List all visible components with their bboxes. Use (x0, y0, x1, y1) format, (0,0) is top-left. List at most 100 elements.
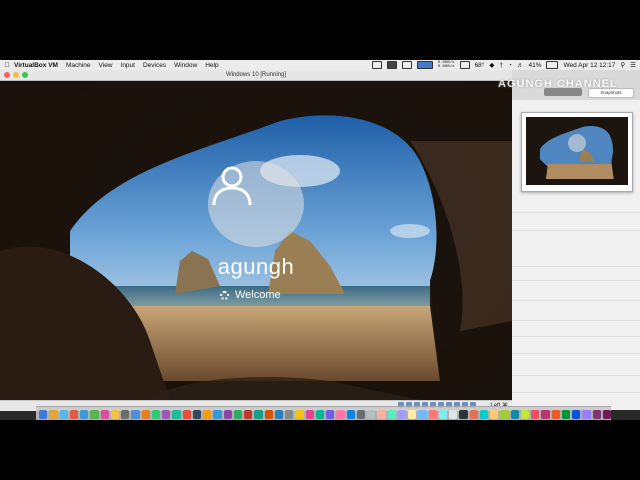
cloud-icon[interactable] (386, 61, 397, 69)
menu-window[interactable]: Window (174, 62, 197, 69)
dock-app-icon[interactable] (264, 409, 273, 419)
clock[interactable]: Wed Apr 12 12:17 (563, 62, 615, 69)
user-icon (212, 166, 252, 206)
dock-app-icon[interactable] (572, 409, 581, 419)
dock-app-icon[interactable] (418, 409, 427, 419)
dock-app-icon[interactable] (131, 409, 140, 419)
dock-app-icon[interactable] (582, 409, 591, 419)
sensor-icon[interactable] (459, 61, 470, 69)
dock-app-icon[interactable] (233, 409, 242, 419)
snapshots-button[interactable]: Snapshots (588, 88, 634, 98)
dock-app-icon[interactable] (172, 409, 181, 419)
user-avatar[interactable] (208, 161, 304, 247)
dock-app-icon[interactable] (408, 409, 417, 419)
dock-app-icon[interactable] (490, 409, 499, 419)
dock-app-icon[interactable] (336, 409, 345, 419)
dock-app-icon[interactable] (274, 409, 283, 419)
welcome-text: Welcome (235, 289, 281, 301)
dock-app-icon[interactable] (305, 409, 314, 419)
window-icon[interactable] (401, 61, 412, 69)
dock-app-icon[interactable] (346, 409, 355, 419)
menu-help[interactable]: Help (205, 62, 218, 69)
dock-app-icon[interactable] (541, 409, 550, 419)
manager-toolbar: AGUNGH CHANNEL Snapshots (498, 70, 640, 100)
dock-app-icon[interactable] (151, 409, 160, 419)
dock-app-icon[interactable] (531, 409, 540, 419)
vm-window: Windows 10 [Running] agungh Welcome (0, 70, 512, 411)
vm-preview-thumbnail (526, 117, 628, 185)
menu-devices[interactable]: Devices (143, 62, 166, 69)
mac-dock (36, 406, 611, 420)
dock-app-icon[interactable] (510, 409, 519, 419)
bluetooth-icon[interactable]: † (499, 62, 503, 69)
dock-app-icon[interactable] (59, 409, 68, 419)
dock-app-icon[interactable] (561, 409, 570, 419)
dock-app-icon[interactable] (592, 409, 601, 419)
wifi-icon[interactable]: ◔ (508, 62, 512, 69)
minimize-button[interactable] (13, 72, 19, 78)
dock-app-icon[interactable] (49, 409, 58, 419)
dock-app-icon[interactable] (121, 409, 130, 419)
dock-app-icon[interactable] (90, 409, 99, 419)
menu-machine[interactable]: Machine (66, 62, 91, 69)
dock-app-icon[interactable] (213, 409, 222, 419)
dock-app-icon[interactable] (203, 409, 212, 419)
dock-app-icon[interactable] (100, 409, 109, 419)
apple-menu-icon[interactable]:  (0, 62, 14, 69)
dock-app-icon[interactable] (459, 409, 468, 419)
menu-input[interactable]: Input (121, 62, 135, 69)
dock-app-icon[interactable] (315, 409, 324, 419)
network-speed: 0.0KB/s 0.0KB/s (437, 61, 455, 69)
dock-app-icon[interactable] (141, 409, 150, 419)
dock-app-icon[interactable] (500, 409, 509, 419)
dock-app-icon[interactable] (367, 409, 376, 419)
dropbox-icon[interactable]: ◆ (489, 61, 494, 69)
battery-percent[interactable]: 41% (528, 62, 541, 69)
dock-app-icon[interactable] (602, 409, 611, 419)
spotlight-icon[interactable]: ⚲ (620, 61, 625, 69)
details-button[interactable] (544, 88, 582, 96)
dock-app-icon[interactable] (162, 409, 171, 419)
dock-app-icon[interactable] (326, 409, 335, 419)
close-button[interactable] (4, 72, 10, 78)
dock-app-icon[interactable] (254, 409, 263, 419)
dock-app-icon[interactable] (285, 409, 294, 419)
dock-app-icon[interactable] (428, 409, 437, 419)
dock-app-icon[interactable] (39, 409, 48, 419)
volume-icon[interactable]: ♬ (517, 62, 524, 69)
virtualbox-manager-panel: AGUNGH CHANNEL Snapshots (498, 70, 640, 410)
dock-app-icon[interactable] (449, 409, 458, 419)
window-title: Windows 10 [Running] (225, 72, 287, 78)
dock-app-icon[interactable] (223, 409, 232, 419)
dock-app-icon[interactable] (110, 409, 119, 419)
loading-spinner-icon (220, 290, 229, 300)
menu-view[interactable]: View (99, 62, 113, 69)
dock-app-icon[interactable] (551, 409, 560, 419)
welcome-status: Welcome (220, 289, 281, 301)
username: agungh (217, 254, 295, 279)
dock-app-icon[interactable] (377, 409, 386, 419)
notification-center-icon[interactable]: ☰ (630, 61, 636, 69)
windows-lock-screen[interactable]: agungh Welcome (0, 81, 512, 400)
dock-app-icon[interactable] (520, 409, 529, 419)
dock-app-icon[interactable] (69, 409, 78, 419)
temperature: 68° (474, 61, 485, 69)
dock-app-icon[interactable] (356, 409, 365, 419)
display-icon[interactable] (371, 61, 382, 69)
dock-app-icon[interactable] (387, 409, 396, 419)
dock-app-icon[interactable] (397, 409, 406, 419)
window-title-bar[interactable]: Windows 10 [Running] (0, 70, 512, 81)
dock-app-icon[interactable] (244, 409, 253, 419)
app-menu[interactable]: VirtualBox VM (14, 62, 58, 69)
dock-app-icon[interactable] (80, 409, 89, 419)
dock-app-icon[interactable] (469, 409, 478, 419)
dock-app-icon[interactable] (295, 409, 304, 419)
vm-preview (521, 112, 633, 192)
dock-app-icon[interactable] (182, 409, 191, 419)
dock-app-icon[interactable] (479, 409, 488, 419)
cpu-meter-icon[interactable] (416, 61, 433, 69)
dock-app-icon[interactable] (438, 409, 447, 419)
dock-app-icon[interactable] (192, 409, 201, 419)
zoom-button[interactable] (22, 72, 28, 78)
battery-icon[interactable] (546, 61, 559, 69)
